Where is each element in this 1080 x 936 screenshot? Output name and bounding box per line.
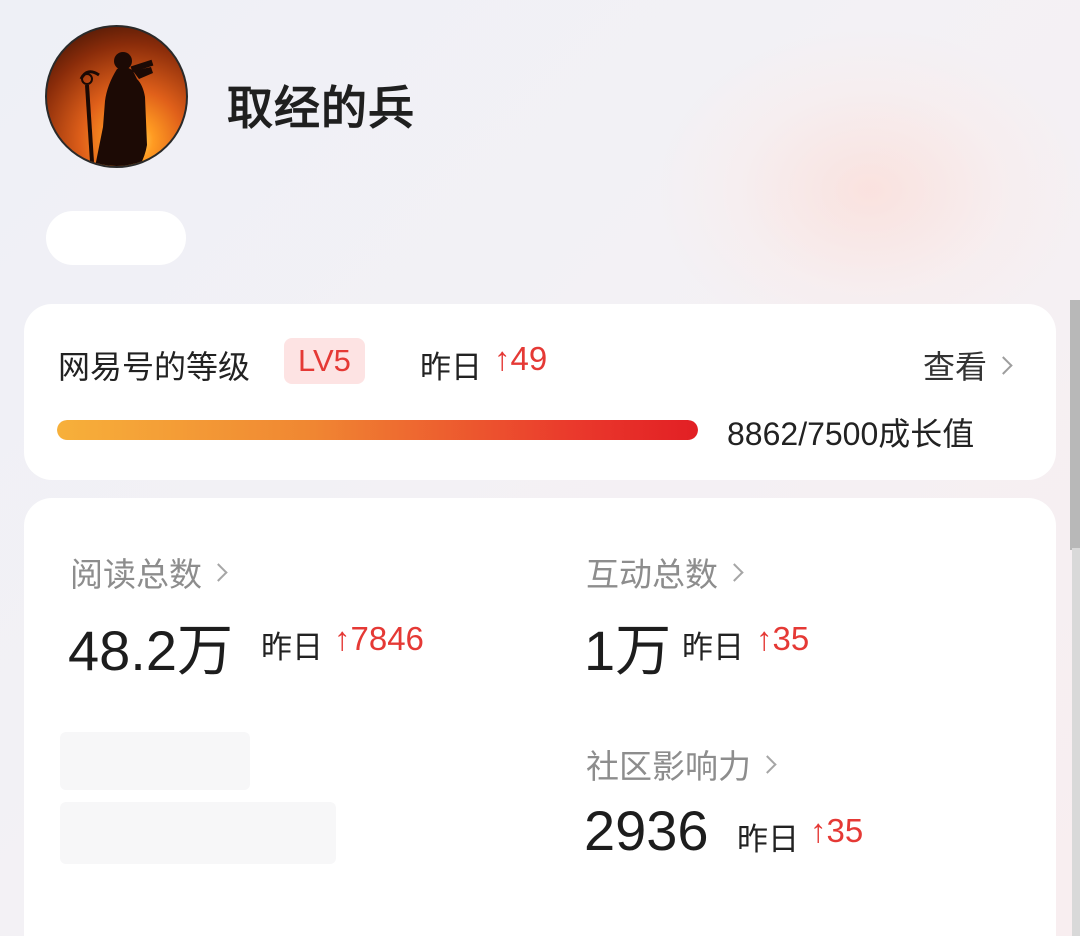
level-badge: LV5 [284,338,365,384]
influence-yesterday-label: 昨日 [737,822,799,858]
level-card: 网易号的等级 LV5 昨日 ↑49 查看 8862/7500成长值 [24,304,1056,480]
scroll-edge-lower [1072,548,1080,936]
reads-total-value: 48.2万 [68,619,233,682]
redacted-block [60,802,336,864]
interactions-yesterday-change: ↑35 [756,620,810,657]
reads-total-link[interactable]: 阅读总数 [70,548,228,596]
level-yesterday-label: 昨日 [420,350,482,386]
redacted-block [60,732,250,790]
monk-silhouette-icon [79,52,154,166]
influence-yesterday-change: ↑35 [810,812,864,849]
growth-progress-text: 8862/7500成长值 [727,416,975,452]
level-title: 网易号的等级 [58,348,251,386]
influence-label: 社区影响力 [586,747,751,786]
stats-card: 阅读总数 48.2万 昨日 ↑7846 互动总数 1万 昨日 ↑35 社区影响力… [24,498,1056,936]
level-yesterday-change: ↑49 [494,340,548,377]
chevron-right-icon [725,563,744,582]
growth-progress-fill [57,420,698,440]
chevron-right-icon [209,563,228,582]
view-level-label: 查看 [922,348,987,386]
reads-yesterday-change: ↑7846 [334,620,424,657]
influence-link[interactable]: 社区影响力 [586,740,777,788]
view-level-link[interactable]: 查看 [922,342,1013,388]
interactions-total-label: 互动总数 [586,555,718,594]
growth-progress-bar [57,420,698,440]
interactions-yesterday-label: 昨日 [682,630,744,666]
interactions-total-link[interactable]: 互动总数 [586,548,744,596]
avatar[interactable] [45,25,188,168]
chevron-right-icon [758,755,777,774]
interactions-total-value: 1万 [584,619,672,682]
background-glow [660,30,1080,350]
scroll-edge [1070,300,1080,550]
chevron-right-icon [994,355,1013,375]
reads-yesterday-label: 昨日 [261,630,323,666]
redacted-pill [46,211,186,265]
reads-total-label: 阅读总数 [70,555,202,594]
influence-value: 2936 [584,799,709,862]
username: 取经的兵 [227,81,415,135]
